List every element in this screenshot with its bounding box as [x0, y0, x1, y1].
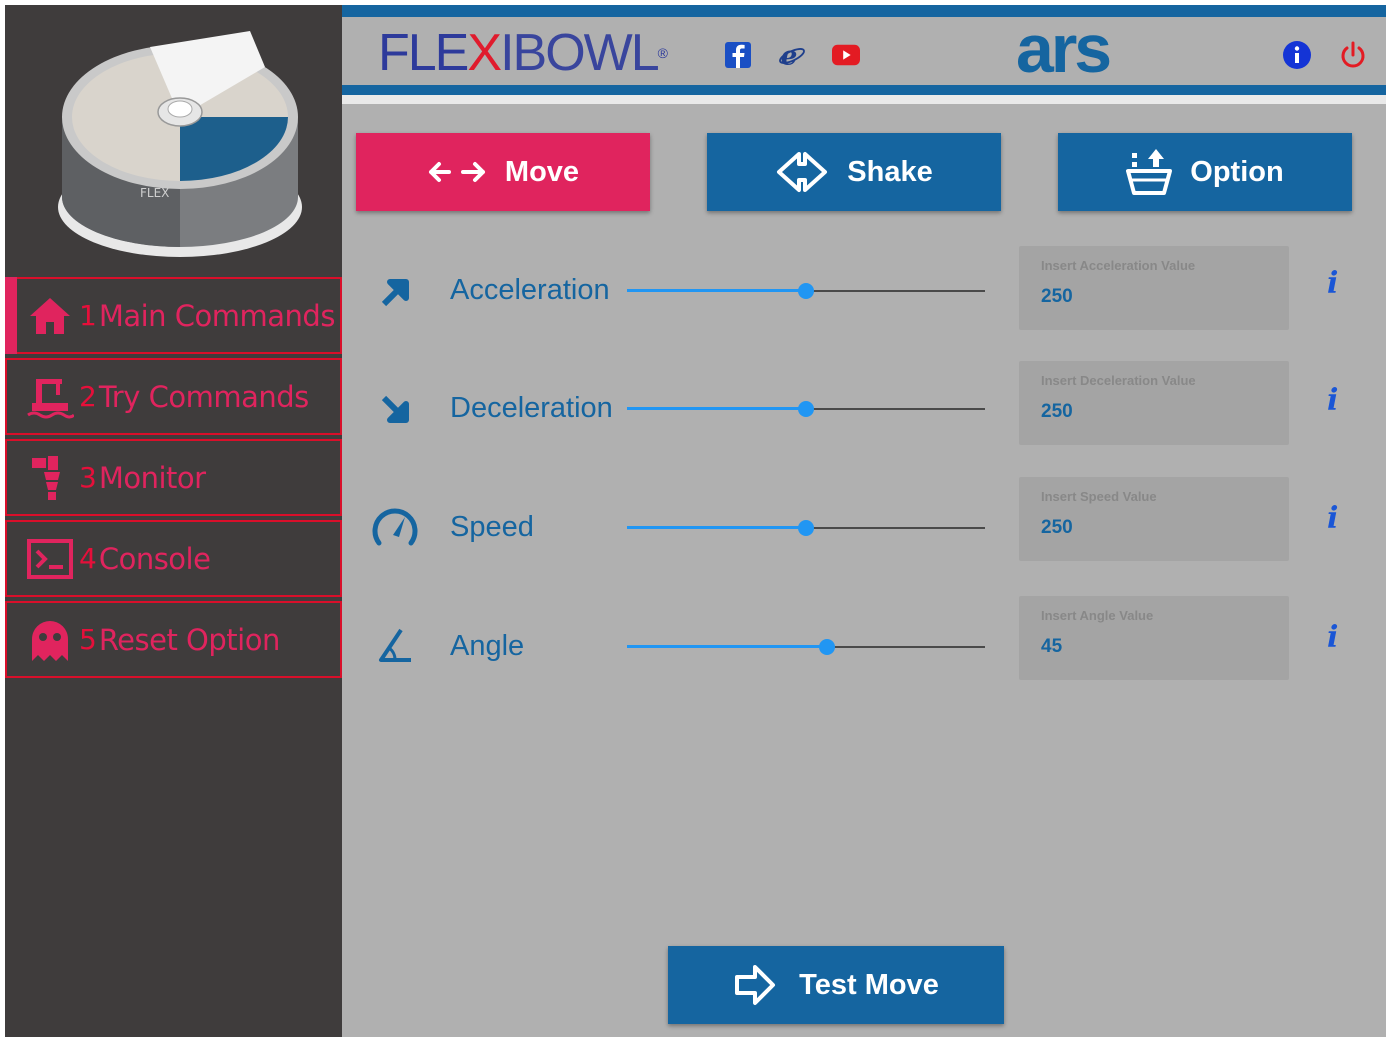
arrow-down-right-icon: [370, 384, 420, 434]
info-i-icon[interactable]: i: [1327, 266, 1338, 301]
tab-shake[interactable]: Shake: [707, 133, 1001, 211]
field-value[interactable]: 250: [1041, 401, 1261, 423]
field-placeholder: Insert Acceleration Value: [1041, 258, 1196, 273]
tab-label: Move: [504, 155, 580, 188]
field-value[interactable]: 250: [1041, 286, 1261, 308]
param-row-speed: Speed Insert Speed Value 250 i: [342, 477, 1386, 570]
field-value[interactable]: 250: [1041, 517, 1261, 539]
youtube-icon[interactable]: [832, 41, 860, 69]
shake-arrows-icon: [775, 150, 829, 194]
slider-fill: [627, 526, 806, 529]
tab-label: Shake: [847, 155, 933, 188]
arrow-right-outline-icon: [733, 963, 777, 1007]
brand-text-part2: IBOWL: [500, 24, 660, 82]
sidebar-item-number: 4: [79, 542, 97, 575]
option-basket-icon: [1126, 147, 1173, 197]
sidebar-item-label: Reset Option: [98, 622, 281, 657]
sidebar: FLEX 1 Main Commands 2 Try Commands 3 Mo…: [5, 5, 342, 1037]
speed-slider[interactable]: [627, 518, 985, 538]
info-icon[interactable]: [1282, 40, 1312, 70]
param-label: Deceleration: [450, 392, 613, 424]
tab-option[interactable]: Option: [1058, 133, 1352, 211]
slider-thumb[interactable]: [798, 283, 814, 299]
brand-text-part1: FLE: [378, 24, 469, 82]
sidebar-item-number: 3: [79, 461, 97, 494]
field-placeholder: Insert Deceleration Value: [1041, 373, 1196, 388]
angle-value-field[interactable]: Insert Angle Value 45: [1019, 596, 1289, 680]
try-commands-icon: [25, 372, 75, 422]
test-move-label: Test Move: [799, 968, 939, 1001]
sidebar-item-number: 2: [79, 380, 97, 413]
flexibowl-logo: FLEXIBOWL®: [378, 24, 668, 82]
header: FLEXIBOWL® e ars: [342, 5, 1386, 104]
arrow-up-right-icon: [370, 266, 420, 316]
power-icon[interactable]: [1338, 40, 1368, 70]
ghost-icon: [25, 615, 75, 665]
internet-explorer-icon[interactable]: e: [778, 40, 806, 70]
brand-text-x: X: [467, 24, 502, 82]
tab-move[interactable]: Move: [356, 133, 650, 211]
angle-icon: [370, 621, 420, 671]
speed-value-field[interactable]: Insert Speed Value 250: [1019, 477, 1289, 561]
sidebar-item-number: 5: [79, 623, 97, 656]
sidebar-item-try-commands[interactable]: 2 Try Commands: [5, 358, 342, 435]
header-bottom-bar: [342, 85, 1386, 95]
slider-fill: [627, 407, 806, 410]
field-value[interactable]: 45: [1041, 636, 1261, 658]
param-row-acceleration: Acceleration Insert Acceleration Value 2…: [342, 246, 1386, 336]
sidebar-item-label: Console: [98, 541, 211, 576]
console-icon: [25, 534, 75, 584]
sidebar-item-label: Main Commands: [98, 298, 336, 333]
monitor-icon: [25, 453, 75, 503]
main-panel: Move Shake Option Acceleration Insert Ac…: [342, 104, 1386, 1037]
field-placeholder: Insert Angle Value: [1041, 608, 1154, 623]
info-i-icon[interactable]: i: [1327, 620, 1338, 655]
deceleration-slider[interactable]: [627, 399, 985, 419]
sidebar-item-main-commands[interactable]: 1 Main Commands: [5, 277, 342, 354]
slider-thumb[interactable]: [819, 639, 836, 655]
slider-fill: [627, 645, 828, 648]
param-row-deceleration: Deceleration Insert Deceleration Value 2…: [342, 361, 1386, 451]
field-placeholder: Insert Speed Value: [1041, 489, 1157, 504]
header-top-bar: [342, 5, 1386, 17]
home-icon: [25, 291, 75, 341]
sidebar-item-reset-option[interactable]: 5 Reset Option: [5, 601, 342, 678]
param-label: Acceleration: [450, 274, 610, 306]
angle-slider[interactable]: [627, 637, 985, 657]
flexibowl-product-image: FLEX: [50, 17, 310, 267]
param-row-angle: Angle Insert Angle Value 45 i: [342, 596, 1386, 688]
slider-fill: [627, 289, 806, 292]
sidebar-item-monitor[interactable]: 3 Monitor: [5, 439, 342, 516]
sidebar-item-label: Monitor: [98, 460, 206, 495]
param-label: Angle: [450, 630, 525, 662]
registered-mark: ®: [657, 45, 668, 61]
sidebar-item-label: Try Commands: [98, 379, 309, 414]
info-i-icon[interactable]: i: [1327, 383, 1338, 418]
slider-thumb[interactable]: [798, 401, 814, 417]
acceleration-slider[interactable]: [627, 281, 985, 301]
param-label: Speed: [450, 511, 534, 543]
svg-text:FLEX: FLEX: [140, 186, 169, 200]
tab-label: Option: [1190, 155, 1284, 188]
arrows-left-right-icon: [427, 157, 487, 187]
deceleration-value-field[interactable]: Insert Deceleration Value 250: [1019, 361, 1289, 445]
header-divider: [342, 95, 1386, 104]
speedometer-icon: [370, 502, 420, 552]
acceleration-value-field[interactable]: Insert Acceleration Value 250: [1019, 246, 1289, 330]
facebook-icon[interactable]: [724, 41, 752, 69]
sidebar-item-number: 1: [79, 299, 97, 332]
test-move-button[interactable]: Test Move: [668, 946, 1004, 1024]
sidebar-item-console[interactable]: 4 Console: [5, 520, 342, 597]
info-i-icon[interactable]: i: [1327, 501, 1338, 536]
slider-thumb[interactable]: [798, 520, 814, 536]
ars-logo: ars: [1016, 11, 1112, 87]
